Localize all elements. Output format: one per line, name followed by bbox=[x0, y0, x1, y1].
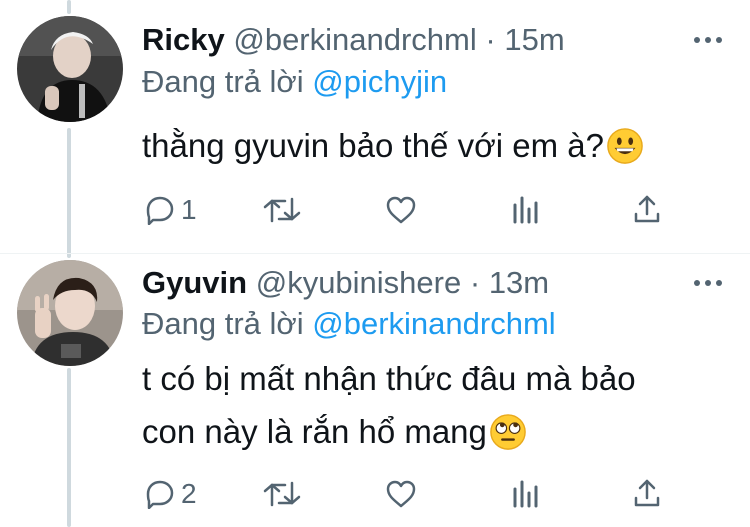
tweet-text-content: con này là rắn hổ mang bbox=[142, 413, 487, 450]
avatar-ricky[interactable] bbox=[17, 16, 123, 122]
analytics-button[interactable] bbox=[510, 195, 540, 225]
tweet-header: Ricky @berkinandrchml · 15m bbox=[142, 20, 565, 60]
replying-to-mention[interactable]: @pichyjin bbox=[312, 64, 447, 99]
heart-icon bbox=[386, 196, 416, 224]
reply-icon bbox=[146, 480, 174, 509]
like-button[interactable] bbox=[385, 479, 417, 509]
username[interactable]: @berkinandrchml bbox=[233, 22, 476, 57]
retweet-button[interactable] bbox=[263, 195, 301, 225]
more-icon[interactable] bbox=[694, 277, 724, 289]
thread-line-tweet-2 bbox=[67, 368, 71, 527]
separator: · bbox=[469, 265, 481, 300]
like-button[interactable] bbox=[385, 195, 417, 225]
analytics-button[interactable] bbox=[510, 479, 540, 509]
replying-to: Đang trả lời @pichyjin bbox=[142, 62, 447, 102]
share-icon bbox=[634, 479, 660, 507]
analytics-icon bbox=[513, 196, 538, 224]
username[interactable]: @kyubinishere bbox=[256, 265, 462, 300]
face-with-rolling-eyes-emoji bbox=[490, 414, 526, 450]
heart-icon bbox=[386, 480, 416, 508]
reply-icon bbox=[146, 196, 174, 225]
display-name[interactable]: Ricky bbox=[142, 22, 225, 57]
reply-button[interactable]: 2 bbox=[143, 479, 197, 509]
reply-count: 1 bbox=[181, 194, 197, 225]
timestamp[interactable]: 15m bbox=[504, 22, 564, 57]
thread-line-top bbox=[67, 0, 71, 14]
retweet-button[interactable] bbox=[263, 479, 301, 509]
more-icon[interactable] bbox=[694, 34, 724, 46]
replying-to: Đang trả lời @berkinandrchml bbox=[142, 304, 556, 344]
share-button[interactable] bbox=[633, 194, 661, 224]
analytics-icon bbox=[513, 480, 538, 508]
retweet-icon bbox=[263, 197, 301, 223]
replying-to-mention[interactable]: @berkinandrchml bbox=[312, 306, 555, 341]
tweet-text: thằng gyuvin bảo thế với em à? bbox=[142, 122, 644, 170]
tweet-text-content: thằng gyuvin bảo thế với em à? bbox=[142, 127, 604, 164]
tweet-divider bbox=[0, 253, 750, 254]
replying-to-label: Đang trả lời bbox=[142, 64, 304, 99]
separator: · bbox=[485, 22, 496, 57]
share-button[interactable] bbox=[633, 478, 661, 508]
tweet-text-content: t có bị mất nhận thức đâu mà bảo bbox=[142, 360, 636, 397]
avatar-gyuvin[interactable] bbox=[17, 260, 123, 366]
tweet-text-line-1: t có bị mất nhận thức đâu mà bảo bbox=[142, 355, 636, 403]
tweet-text-line-2: con này là rắn hổ mang bbox=[142, 408, 527, 456]
display-name[interactable]: Gyuvin bbox=[142, 265, 247, 300]
thread-line-tweet-1 bbox=[67, 128, 71, 258]
timestamp[interactable]: 13m bbox=[489, 265, 549, 300]
grinning-face-emoji bbox=[607, 128, 643, 164]
retweet-icon bbox=[263, 481, 301, 507]
replying-to-label: Đang trả lời bbox=[142, 306, 304, 341]
tweet-header: Gyuvin @kyubinishere · 13m bbox=[142, 263, 549, 303]
reply-count: 2 bbox=[181, 478, 197, 509]
reply-button[interactable]: 1 bbox=[143, 195, 197, 225]
share-icon bbox=[634, 195, 660, 223]
